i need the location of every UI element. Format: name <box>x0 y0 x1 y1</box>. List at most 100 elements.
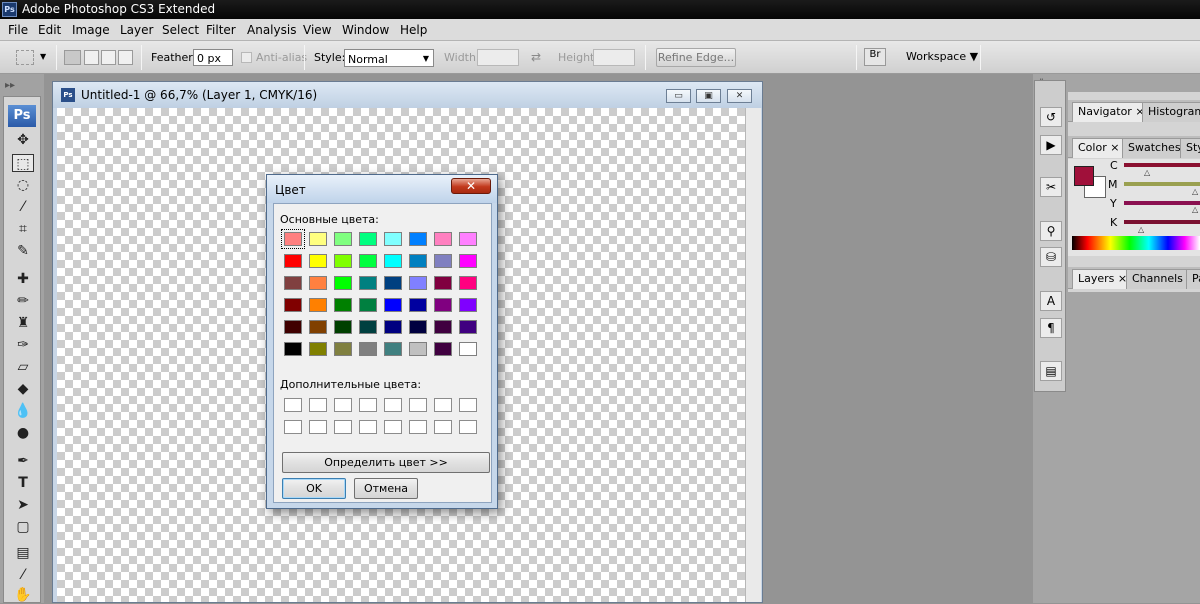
brush-tool-icon[interactable]: ✏ <box>12 292 34 310</box>
history-panel-icon[interactable]: ↺ <box>1040 107 1062 127</box>
menu-filter[interactable]: Filter <box>206 23 236 37</box>
custom-color-swatch[interactable] <box>459 398 477 412</box>
define-color-button[interactable]: Определить цвет >> <box>282 452 490 473</box>
height-input[interactable] <box>593 49 635 66</box>
shape-tool-icon[interactable]: ▢ <box>12 518 34 536</box>
tab-swatches[interactable]: Swatches <box>1122 138 1187 158</box>
tab-channels[interactable]: Channels <box>1126 269 1189 289</box>
yellow-slider[interactable] <box>1124 201 1200 205</box>
basic-color-swatch[interactable] <box>309 342 327 356</box>
layer-comps-icon[interactable]: ▤ <box>1040 361 1062 381</box>
tab-styles[interactable]: Sty <box>1180 138 1200 158</box>
basic-color-swatch[interactable] <box>384 232 402 246</box>
custom-color-swatch[interactable] <box>334 398 352 412</box>
yellow-slider-handle-icon[interactable]: △ <box>1192 205 1198 214</box>
basic-color-swatch[interactable] <box>434 276 452 290</box>
magenta-slider[interactable] <box>1124 182 1200 186</box>
basic-color-swatch[interactable] <box>459 320 477 334</box>
tab-color[interactable]: Color × <box>1072 138 1126 158</box>
bridge-icon[interactable]: Br <box>864 48 886 66</box>
basic-color-swatch[interactable] <box>434 232 452 246</box>
new-selection-icon[interactable] <box>64 50 81 65</box>
foreground-color-swatch[interactable] <box>1074 166 1094 186</box>
black-slider[interactable] <box>1124 220 1200 224</box>
character-panel-icon[interactable]: A <box>1040 291 1062 311</box>
basic-color-swatch[interactable] <box>359 342 377 356</box>
basic-color-swatch[interactable] <box>309 320 327 334</box>
basic-color-swatch[interactable] <box>409 254 427 268</box>
vertical-scrollbar[interactable] <box>745 108 761 602</box>
menu-analysis[interactable]: Analysis <box>247 23 296 37</box>
maximize-icon[interactable]: ▣ <box>696 89 721 103</box>
healing-brush-tool-icon[interactable]: ✚ <box>12 270 34 288</box>
type-tool-icon[interactable]: T <box>12 474 34 492</box>
antialias-checkbox[interactable] <box>241 52 252 63</box>
custom-color-swatch[interactable] <box>359 420 377 434</box>
style-select[interactable]: Normal ▼ <box>344 49 434 67</box>
notes-tool-icon[interactable]: ▤ <box>12 544 34 562</box>
basic-color-swatch[interactable] <box>281 229 305 249</box>
basic-color-swatch[interactable] <box>384 276 402 290</box>
basic-color-swatch[interactable] <box>334 320 352 334</box>
custom-color-swatch[interactable] <box>334 420 352 434</box>
tab-layers[interactable]: Layers × <box>1072 269 1134 289</box>
basic-color-swatch[interactable] <box>309 232 327 246</box>
menu-view[interactable]: View <box>303 23 331 37</box>
paint-bucket-tool-icon[interactable]: ◆ <box>12 380 34 398</box>
basic-color-swatch[interactable] <box>459 342 477 356</box>
paragraph-panel-icon[interactable]: ¶ <box>1040 318 1062 338</box>
tab-histogram[interactable]: Histogram <box>1142 102 1200 122</box>
history-brush-tool-icon[interactable]: ✑ <box>12 336 34 354</box>
custom-color-swatch[interactable] <box>434 398 452 412</box>
basic-color-swatch[interactable] <box>309 254 327 268</box>
cyan-slider[interactable] <box>1124 163 1200 167</box>
basic-color-swatch[interactable] <box>384 320 402 334</box>
pen-tool-icon[interactable]: ✒ <box>12 452 34 470</box>
color-ramp[interactable] <box>1072 236 1200 250</box>
marquee-preset-icon[interactable] <box>16 50 34 65</box>
crop-tool-icon[interactable]: ⌗ <box>12 220 34 238</box>
width-input[interactable] <box>477 49 519 66</box>
custom-color-swatch[interactable] <box>309 420 327 434</box>
clone-source-icon[interactable]: ⚲ <box>1040 221 1062 241</box>
custom-color-swatch[interactable] <box>384 398 402 412</box>
clone-stamp-tool-icon[interactable]: ♜ <box>12 314 34 332</box>
custom-color-swatch[interactable] <box>359 398 377 412</box>
intersect-selection-icon[interactable] <box>118 50 133 65</box>
magic-wand-tool-icon[interactable]: ⁄ <box>12 198 34 216</box>
minimize-icon[interactable]: ▭ <box>666 89 691 103</box>
subtract-selection-icon[interactable] <box>101 50 116 65</box>
custom-color-swatch[interactable] <box>384 420 402 434</box>
basic-color-swatch[interactable] <box>309 276 327 290</box>
basic-color-swatch[interactable] <box>384 342 402 356</box>
basic-color-swatch[interactable] <box>459 298 477 312</box>
hand-tool-icon[interactable]: ✋ <box>12 586 34 604</box>
brushes-panel-icon[interactable]: ⛁ <box>1040 247 1062 267</box>
swap-arrows-icon[interactable]: ⇄ <box>531 50 541 64</box>
basic-color-swatch[interactable] <box>309 298 327 312</box>
basic-color-swatch[interactable] <box>334 298 352 312</box>
basic-color-swatch[interactable] <box>434 320 452 334</box>
basic-color-swatch[interactable] <box>359 254 377 268</box>
basic-color-swatch[interactable] <box>284 320 302 334</box>
basic-color-swatch[interactable] <box>334 342 352 356</box>
lasso-tool-icon[interactable]: ◌ <box>12 176 34 194</box>
basic-color-swatch[interactable] <box>384 298 402 312</box>
basic-color-swatch[interactable] <box>359 320 377 334</box>
basic-color-swatch[interactable] <box>409 276 427 290</box>
basic-color-swatch[interactable] <box>284 342 302 356</box>
blur-tool-icon[interactable]: 💧 <box>12 402 34 420</box>
move-tool-icon[interactable]: ✥ <box>12 131 34 149</box>
menu-help[interactable]: Help <box>400 23 427 37</box>
magenta-slider-handle-icon[interactable]: △ <box>1192 187 1198 196</box>
basic-color-swatch[interactable] <box>409 298 427 312</box>
menu-image[interactable]: Image <box>72 23 110 37</box>
close-icon[interactable]: ✕ <box>727 89 752 103</box>
custom-color-swatch[interactable] <box>284 420 302 434</box>
menu-file[interactable]: File <box>8 23 28 37</box>
tab-paths[interactable]: Pa <box>1186 269 1200 289</box>
basic-color-swatch[interactable] <box>409 320 427 334</box>
basic-color-swatch[interactable] <box>459 276 477 290</box>
basic-color-swatch[interactable] <box>284 276 302 290</box>
menu-select[interactable]: Select <box>162 23 199 37</box>
